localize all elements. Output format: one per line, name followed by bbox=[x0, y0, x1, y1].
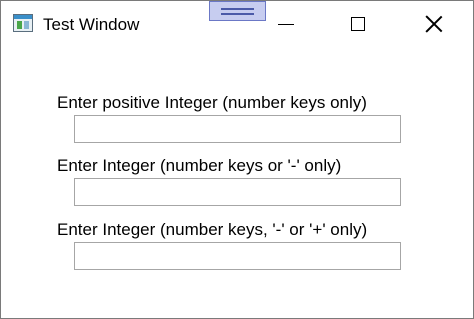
minimize-icon bbox=[278, 23, 294, 25]
drag-handle-line-icon bbox=[221, 13, 254, 15]
minimize-button[interactable] bbox=[263, 1, 309, 47]
title-bar[interactable]: Test Window bbox=[1, 1, 473, 47]
integer-minus-input[interactable] bbox=[74, 178, 401, 206]
integer-plus-minus-input[interactable] bbox=[74, 242, 401, 270]
maximize-icon bbox=[351, 17, 365, 31]
close-icon bbox=[425, 15, 443, 33]
app-window-icon[interactable] bbox=[13, 14, 33, 32]
drag-handle[interactable] bbox=[209, 1, 266, 21]
positive-integer-label: Enter positive Integer (number keys only… bbox=[57, 93, 367, 112]
drag-handle-line-icon bbox=[221, 8, 254, 10]
maximize-button[interactable] bbox=[335, 1, 381, 47]
integer-plus-minus-label: Enter Integer (number keys, '-' or '+' o… bbox=[57, 220, 368, 239]
integer-minus-label: Enter Integer (number keys or '-' only) bbox=[57, 156, 342, 175]
positive-integer-input[interactable] bbox=[74, 115, 401, 143]
test-window: Test Window Enter positive Integer (numb… bbox=[0, 0, 474, 319]
close-button[interactable] bbox=[411, 1, 457, 47]
window-title: Test Window bbox=[43, 15, 140, 34]
